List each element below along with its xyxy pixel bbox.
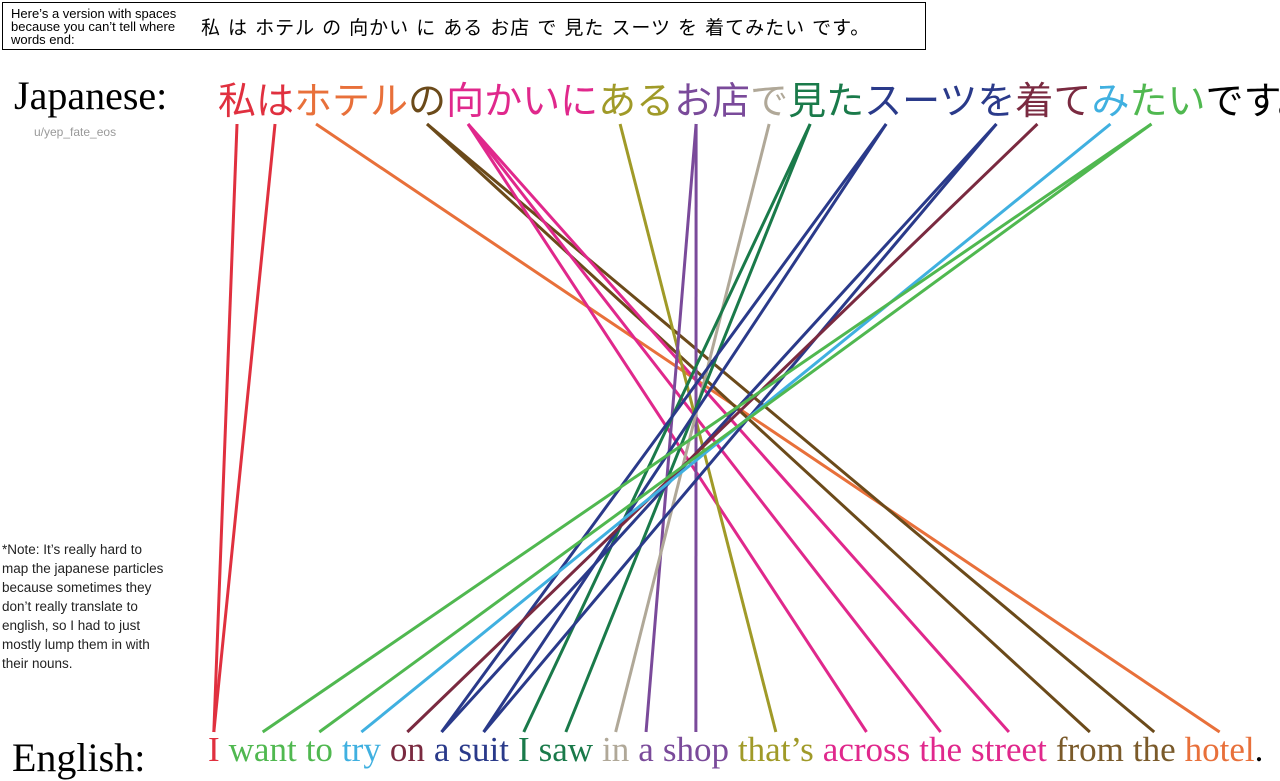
alignment-line: [442, 124, 887, 732]
japanese-segment: を: [977, 70, 1015, 125]
japanese-segment: お店: [674, 70, 750, 125]
alignment-line: [407, 124, 1037, 732]
english-word: a: [434, 730, 450, 770]
japanese-sentence: 私はホテルの向かいにあるお店で見たスーツを着てみたいです。: [218, 70, 1280, 125]
alignment-line: [616, 124, 769, 732]
japanese-segment: で: [750, 70, 788, 125]
japanese-segment: の: [408, 70, 446, 125]
english-word: want: [229, 730, 297, 770]
japanese-segment: み: [1091, 70, 1129, 125]
english-word: I: [518, 730, 530, 770]
alignment-line: [484, 124, 886, 732]
english-word: the: [1133, 730, 1176, 770]
japanese-segment: です。: [1205, 70, 1280, 125]
english-word: saw: [539, 730, 593, 770]
english-word: shop: [663, 730, 729, 770]
english-word: a: [638, 730, 654, 770]
japanese-segment: たい: [1129, 70, 1205, 125]
japanese-segment: ある: [598, 70, 674, 125]
japanese-segment: は: [256, 70, 294, 125]
japanese-segment: ホテル: [294, 70, 408, 125]
japanese-segment: に: [560, 70, 598, 125]
english-word: from: [1056, 730, 1124, 770]
japanese-segment: スーツ: [864, 70, 977, 125]
english-word: I: [208, 730, 220, 770]
english-word: on: [390, 730, 425, 770]
english-word: suit: [458, 730, 509, 770]
english-word: .: [1255, 730, 1264, 770]
japanese-segment: 向かい: [446, 70, 560, 125]
english-word: street: [971, 730, 1047, 770]
alignment-line: [319, 124, 1151, 732]
alignment-line: [620, 124, 776, 732]
english-word: try: [342, 730, 381, 770]
english-word: across: [823, 730, 910, 770]
english-word: hotel: [1185, 730, 1255, 770]
alignment-line: [484, 124, 997, 732]
alignment-line: [214, 124, 275, 732]
english-word: the: [919, 730, 962, 770]
english-word: to: [306, 730, 333, 770]
japanese-segment: 着て: [1015, 70, 1091, 125]
english-word: that’s: [738, 730, 814, 770]
alignment-line: [263, 124, 1152, 732]
english-word: in: [602, 730, 629, 770]
japanese-segment: 見た: [788, 70, 864, 125]
alignment-line: [468, 124, 941, 732]
alignment-line: [427, 124, 1154, 732]
alignment-line: [214, 124, 237, 732]
english-sentence: IwanttotryonasuitIsawinashopthat’sacross…: [208, 730, 1263, 770]
japanese-segment: 私: [218, 70, 256, 125]
